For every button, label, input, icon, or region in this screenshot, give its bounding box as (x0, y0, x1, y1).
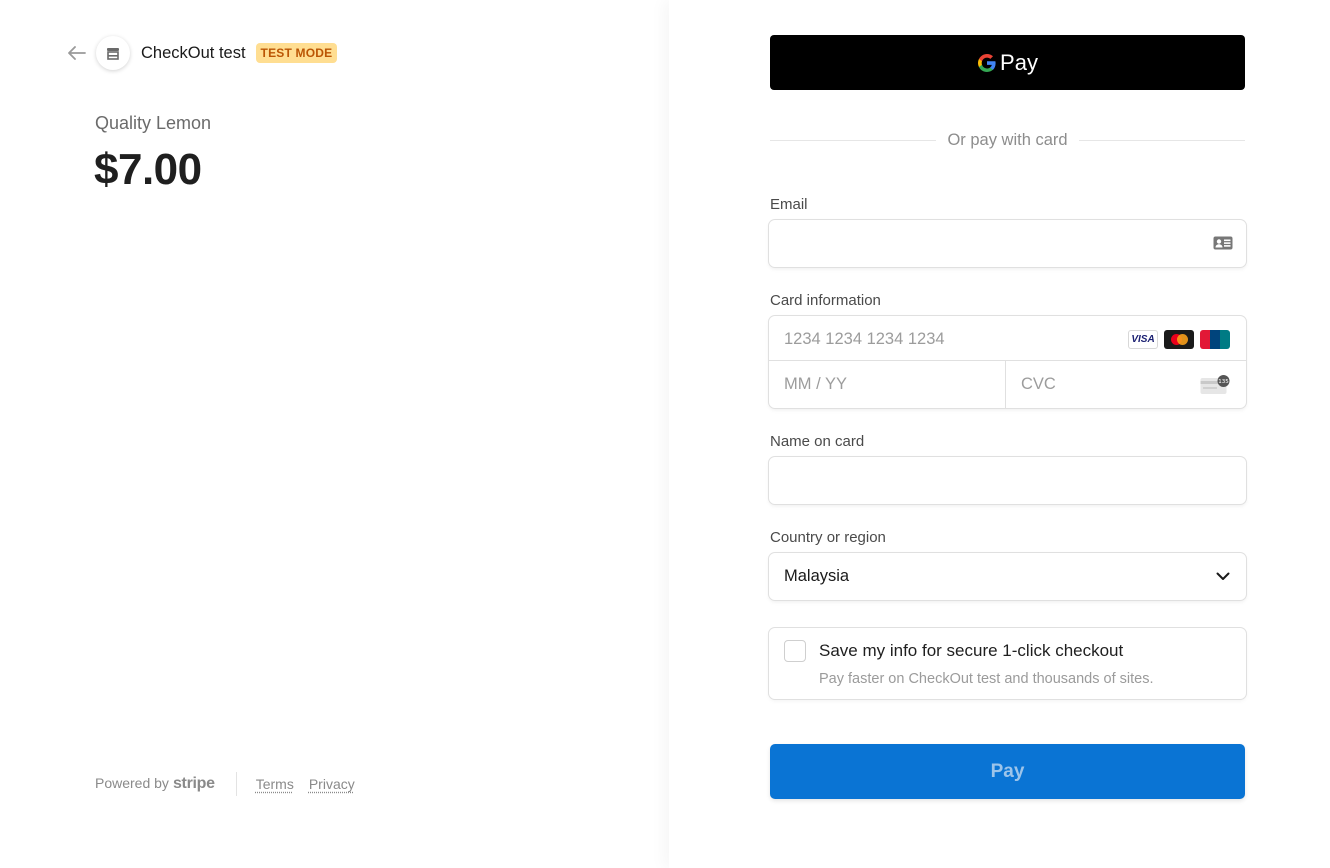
country-label: Country or region (770, 529, 886, 546)
pay-button[interactable]: Pay (770, 744, 1245, 799)
card-information-group: 1234 1234 1234 1234 VISA MM / YY CVC 135 (769, 316, 1246, 408)
name-on-card-field[interactable] (769, 457, 1246, 504)
card-expiry-cvc-row: MM / YY CVC 135 (769, 361, 1246, 408)
footer-divider (235, 772, 237, 796)
cvc-hint-text: 135 (1218, 379, 1229, 385)
email-label: Email (770, 196, 808, 213)
footer: Powered by stripe Terms Privacy (95, 772, 370, 796)
cvc-placeholder: CVC (1021, 375, 1056, 393)
save-info-subtitle: Pay faster on CheckOut test and thousand… (819, 671, 1154, 687)
google-pay-label: Pay (1000, 49, 1038, 75)
unionpay-icon (1200, 330, 1230, 349)
store-icon (96, 36, 130, 70)
powered-by-label: Powered by (95, 775, 169, 791)
card-number-placeholder: 1234 1234 1234 1234 (784, 330, 945, 348)
card-number-field[interactable]: 1234 1234 1234 1234 VISA (769, 316, 1246, 361)
name-on-card-label: Name on card (770, 433, 865, 450)
back-arrow-icon[interactable] (67, 43, 87, 63)
country-selected-value: Malaysia (784, 567, 850, 585)
stripe-logo: stripe (172, 775, 215, 792)
test-mode-badge: TEST MODE (255, 43, 338, 63)
product-price: $7.00 (94, 145, 202, 194)
contact-card-icon (1213, 236, 1233, 250)
product-name: Quality Lemon (95, 113, 212, 133)
merchant-header: CheckOut test TEST MODE (67, 35, 338, 71)
expiry-field[interactable]: MM / YY (769, 361, 1006, 408)
save-info-title: Save my info for secure 1-click checkout (819, 641, 1124, 660)
cvc-field[interactable]: CVC 135 (1006, 361, 1246, 408)
order-summary-panel: CheckOut test TEST MODE Quality Lemon $7… (0, 0, 669, 868)
country-select[interactable]: Malaysia (769, 553, 1246, 600)
mastercard-icon (1164, 330, 1194, 349)
divider-line-right (1078, 139, 1245, 141)
visa-icon: VISA (1128, 330, 1158, 349)
google-pay-button[interactable]: Pay (770, 35, 1245, 90)
save-info-card: Save my info for secure 1-click checkout… (769, 628, 1246, 699)
or-pay-with-card-text: Or pay with card (947, 130, 1068, 149)
chevron-down-icon (1216, 572, 1230, 580)
powered-by[interactable]: Powered by stripe (95, 775, 215, 793)
privacy-link[interactable]: Privacy (309, 776, 355, 792)
merchant-name: CheckOut test (141, 43, 246, 62)
card-brand-logos: VISA (1128, 330, 1230, 349)
cvc-card-icon: 135 (1200, 375, 1230, 394)
pay-button-label: Pay (990, 760, 1025, 782)
email-field[interactable] (769, 220, 1246, 267)
or-divider: Or pay with card (770, 128, 1245, 152)
save-info-checkbox[interactable] (784, 640, 806, 662)
terms-link[interactable]: Terms (256, 776, 294, 792)
card-information-label: Card information (770, 292, 881, 309)
google-g-icon (978, 53, 996, 72)
expiry-placeholder: MM / YY (784, 375, 847, 393)
divider-line-left (770, 139, 937, 141)
